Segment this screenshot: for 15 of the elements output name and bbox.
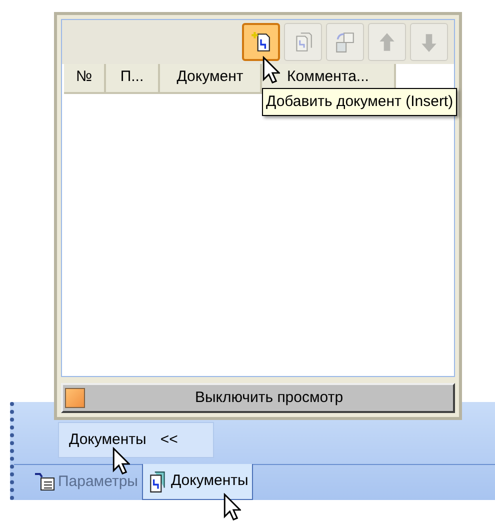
properties-icon [34,472,56,492]
documents-toggle-button[interactable]: Документы << [58,422,214,458]
status-square-icon [65,388,85,408]
column-header[interactable]: Документ [160,64,262,94]
mouse-cursor-icon [223,493,241,521]
swap-document-icon [334,31,356,53]
tooltip: Добавить документ (Insert) [262,88,458,116]
mouse-cursor-icon [262,56,280,84]
add-document-icon [250,31,272,53]
preview-toggle-button[interactable]: Выключить просмотр [61,383,455,413]
column-header[interactable]: № [64,64,106,94]
column-header[interactable]: П... [106,64,160,94]
tab[interactable]: Документы [142,464,254,500]
mouse-cursor-icon [112,447,130,475]
toolbar-button[interactable] [242,23,280,61]
